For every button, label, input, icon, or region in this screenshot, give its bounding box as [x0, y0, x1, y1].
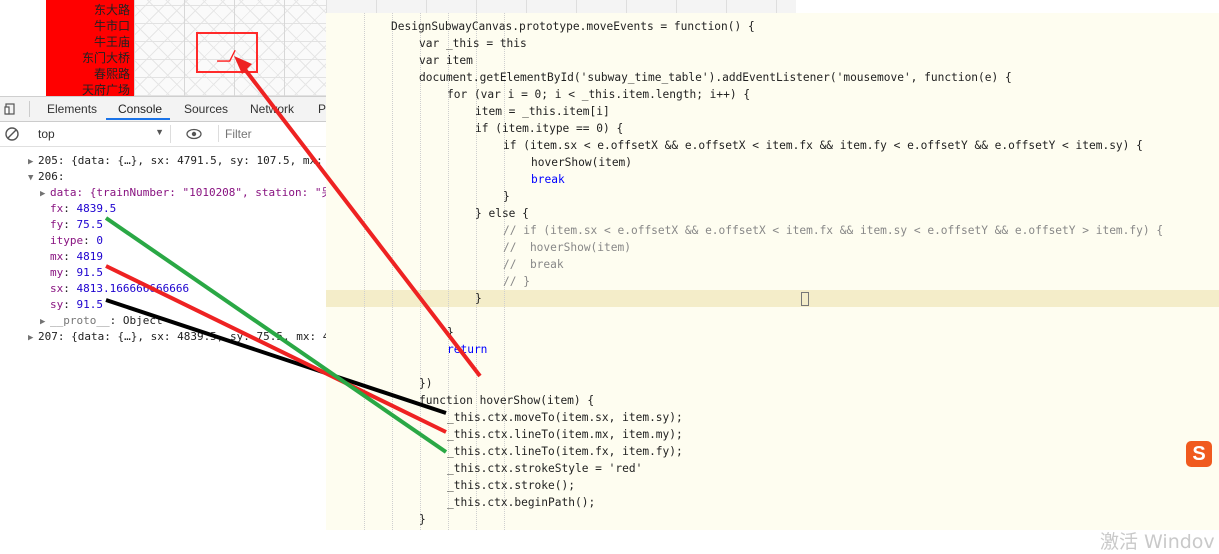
subway-canvas-page: 东大路 牛市口 牛王庙 东门大桥 春熙路 天府广场 — [0, 0, 330, 96]
object-property-sx: sx: 4813.166666666666 — [50, 282, 190, 295]
code-comment-line: // break — [503, 258, 564, 271]
code-line: } — [447, 326, 454, 339]
device-toggle-icon[interactable] — [4, 101, 20, 117]
indent-guide — [392, 13, 393, 530]
editor-top-strip — [326, 0, 796, 14]
console-entry-207[interactable]: ▶ 207: {data: {…}, sx: 4839.5, sy: 75.5, … — [28, 329, 329, 345]
eye-icon[interactable] — [186, 126, 202, 142]
current-line-highlight — [326, 290, 1219, 307]
console-entry-206[interactable]: ▼ 206: — [28, 169, 65, 185]
dropdown-arrow-icon: ▼ — [155, 127, 164, 137]
code-line: _this.ctx.stroke(); — [447, 479, 575, 492]
train-path-segment — [217, 49, 236, 62]
code-comment-line: // hoverShow(item) — [503, 241, 631, 254]
code-line: } else { — [475, 207, 529, 220]
station-label: 牛市口 — [93, 19, 130, 33]
code-line: var item — [419, 54, 473, 67]
console-entry-205[interactable]: ▶ 205: {data: {…}, sx: 4791.5, sy: 107.5,… — [28, 153, 323, 169]
expand-arrow-icon[interactable]: ▶ — [28, 330, 38, 346]
code-line: } — [475, 292, 482, 305]
code-line: DesignSubwayCanvas.prototype.moveEvents … — [391, 20, 755, 33]
context-value: top — [38, 127, 55, 141]
code-line: break — [531, 173, 565, 186]
object-property-fy: fy: 75.5 — [50, 218, 103, 231]
code-line: _this.ctx.strokeStyle = 'red' — [447, 462, 643, 475]
code-line: hoverShow(item) — [531, 156, 633, 169]
station-label: 春熙路 — [93, 67, 130, 81]
code-line: function hoverShow(item) { — [419, 394, 595, 407]
object-property-sy: sy: 91.5 — [50, 298, 103, 311]
console-toolbar: top ▼ — [0, 122, 333, 147]
bracket-match-caret — [801, 292, 809, 306]
input-method-icon[interactable]: S — [1186, 441, 1212, 467]
code-line: _this.ctx.lineTo(item.fx, item.fy); — [447, 445, 683, 458]
code-line: if (item.itype == 0) { — [475, 122, 624, 135]
object-property-fx: fx: 4839.5 — [50, 202, 117, 215]
code-comment-line: // if (item.sx < e.offsetX && e.offsetX … — [503, 224, 1164, 237]
code-line: item = _this.item[i] — [475, 105, 610, 118]
tab-sources[interactable]: Sources — [184, 102, 228, 116]
expand-arrow-icon[interactable]: ▶ — [40, 314, 50, 330]
station-list-panel: 东大路 牛市口 牛王庙 东门大桥 春熙路 天府广场 — [46, 0, 134, 96]
devtools-tab-bar: Elements Console Sources Network P — [0, 97, 330, 122]
context-selector[interactable]: top ▼ — [30, 125, 171, 143]
code-line: } — [419, 513, 426, 526]
devtools-panel: Elements Console Sources Network P top ▼… — [0, 96, 333, 554]
hover-highlight-box — [196, 32, 258, 73]
station-label: 东门大桥 — [81, 51, 130, 65]
code-line: _this.ctx.lineTo(item.mx, item.my); — [447, 428, 683, 441]
tab-console[interactable]: Console — [118, 102, 162, 116]
station-label: 天府广场 — [81, 83, 130, 96]
code-line: var _this = this — [419, 37, 527, 50]
console-output: ▶ 205: {data: {…}, sx: 4791.5, sy: 107.5,… — [0, 147, 333, 547]
object-property-mx: mx: 4819 — [50, 250, 103, 263]
code-line: }) — [419, 377, 433, 390]
code-line: _this.ctx.moveTo(item.sx, item.sy); — [447, 411, 683, 424]
indent-guide — [420, 13, 421, 530]
code-line: } — [503, 190, 510, 203]
station-label: 东大路 — [93, 3, 130, 17]
code-editor[interactable]: DesignSubwayCanvas.prototype.moveEvents … — [326, 13, 1219, 530]
object-property-proto[interactable]: ▶ __proto__: Object — [40, 313, 163, 329]
windows-activation-watermark: 激活 Windov — [1100, 531, 1215, 553]
expand-arrow-icon[interactable]: ▶ — [28, 154, 38, 170]
tab-performance[interactable]: P — [318, 102, 326, 116]
collapse-arrow-icon[interactable]: ▼ — [28, 170, 38, 186]
tab-elements[interactable]: Elements — [47, 102, 97, 116]
toolbar-divider — [29, 101, 30, 117]
station-label: 牛王庙 — [93, 35, 130, 49]
active-tab-indicator — [106, 118, 170, 120]
object-property-my: my: 91.5 — [50, 266, 103, 279]
indent-guide — [364, 13, 365, 530]
code-comment-line: // } — [503, 275, 530, 288]
console-filter-input[interactable] — [218, 125, 333, 142]
code-line: document.getElementById('subway_time_tab… — [419, 71, 1012, 84]
code-line: if (item.sx < e.offsetX && e.offsetX < i… — [503, 139, 1143, 152]
code-line: for (var i = 0; i < _this.item.length; i… — [447, 88, 751, 101]
tab-network[interactable]: Network — [250, 102, 294, 116]
code-line: _this.ctx.beginPath(); — [447, 496, 596, 509]
object-property-itype: itype: 0 — [50, 234, 103, 247]
code-line: return — [447, 343, 488, 356]
expand-arrow-icon[interactable]: ▶ — [40, 186, 50, 202]
clear-console-icon[interactable] — [4, 126, 20, 142]
object-property-data[interactable]: ▶ data: {trainNumber: "1010208", station:… — [40, 185, 333, 201]
